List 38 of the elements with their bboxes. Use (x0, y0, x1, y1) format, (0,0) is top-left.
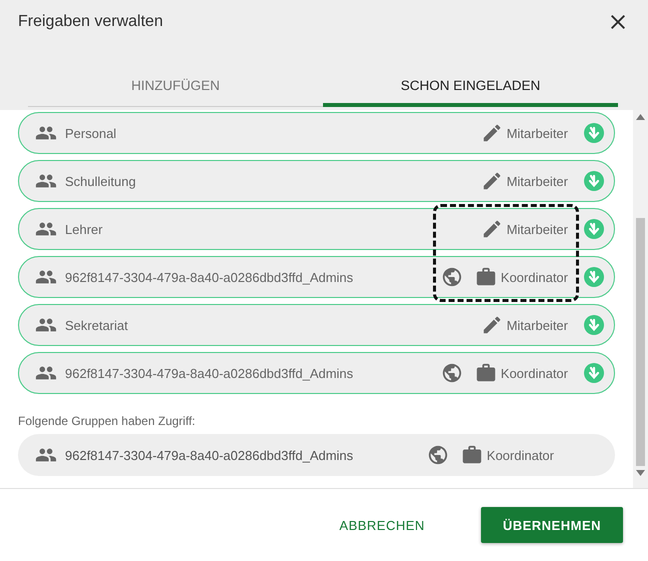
group-row[interactable]: Schulleitung Mitarbeiter (18, 160, 615, 202)
role-label: Mitarbeiter (506, 222, 568, 236)
group-name: 962f8147-3304-479a-8a40-a0286dbd3ffd_Admins (65, 448, 354, 462)
group-name: Lehrer (65, 222, 104, 236)
tab[interactable]: HINZUFÜGEN (28, 78, 323, 107)
role-label: Koordinator (486, 448, 554, 462)
group-row[interactable]: Sekretariat Mitarbeiter (18, 304, 615, 346)
group-name: 962f8147-3304-479a-8a40-a0286dbd3ffd_Admins (65, 270, 354, 284)
role-label: Koordinator (500, 366, 568, 380)
section-label: Folgende Gruppen haben Zugriff: (18, 414, 196, 428)
scroll-down-icon[interactable] (636, 470, 645, 476)
tab[interactable]: SCHON EINGELADEN (323, 78, 618, 107)
group-row[interactable]: 962f8147-3304-479a-8a40-a0286dbd3ffd_Admins Koordinator (18, 256, 615, 298)
briefcase-icon (460, 444, 483, 466)
arrow-circle-icon[interactable] (584, 219, 604, 239)
arrow-circle-icon[interactable] (584, 267, 604, 287)
group-name: Sekretariat (65, 318, 129, 332)
arrow-circle-icon[interactable] (584, 171, 604, 191)
apply-button[interactable]: ÜBERNEHMEN (480, 507, 623, 543)
dialog-title: Freigaben verwalten (18, 13, 163, 31)
role-label: Mitarbeiter (506, 126, 568, 140)
arrow-circle-icon[interactable] (584, 315, 604, 335)
group-row[interactable]: 962f8147-3304-479a-8a40-a0286dbd3ffd_Admins Koordinator (18, 352, 615, 394)
role-label: Mitarbeiter (506, 174, 568, 188)
briefcase-icon (474, 362, 497, 384)
arrow-circle-icon[interactable] (584, 363, 604, 383)
briefcase-icon (474, 266, 497, 288)
group-row[interactable]: Lehrer Mitarbeiter (18, 208, 615, 250)
group-name: Personal (65, 126, 118, 140)
role-label: Mitarbeiter (506, 318, 568, 332)
group-name: 962f8147-3304-479a-8a40-a0286dbd3ffd_Admins (65, 366, 354, 380)
scroll-up-icon[interactable] (636, 114, 645, 120)
group-row[interactable]: Personal Mitarbeiter (18, 112, 615, 154)
group-name: Schulleitung (65, 174, 137, 188)
role-label: Koordinator (500, 270, 568, 284)
scrollbar[interactable] (633, 110, 648, 488)
cancel-button[interactable]: ABBRECHEN (333, 516, 431, 534)
arrow-circle-icon[interactable] (584, 123, 604, 143)
